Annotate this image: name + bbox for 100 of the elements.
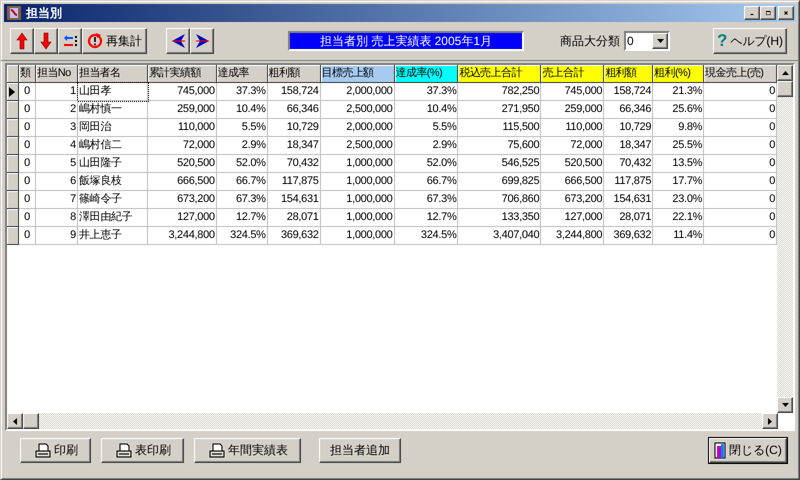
column-header[interactable]: 税込売上合計 — [458, 65, 542, 83]
table-cell: 山田隆子 — [78, 155, 148, 173]
scroll-down-button[interactable] — [777, 397, 793, 413]
table-cell: 0 — [18, 173, 36, 191]
table-cell: 井上恵子 — [78, 227, 148, 245]
help-button[interactable]: ? ヘルプ(H) — [713, 28, 787, 54]
column-header[interactable]: 粗利額 — [268, 65, 321, 83]
table-cell: 70,432 — [604, 155, 654, 173]
table-cell: 岡田治 — [78, 119, 148, 137]
table-cell: 5.5% — [216, 119, 268, 137]
scroll-left-button[interactable] — [7, 413, 23, 429]
table-cell: 127,000 — [148, 209, 217, 227]
column-header[interactable]: 類 — [18, 65, 36, 83]
action-button[interactable]: 印刷 — [20, 438, 91, 462]
table-cell: 0 — [18, 119, 36, 137]
table-cell: 3,407,040 — [458, 227, 542, 245]
table-cell: 22.1% — [653, 209, 704, 227]
table-cell: 271,950 — [458, 101, 542, 119]
table-cell: 1,000,000 — [320, 227, 395, 245]
table-cell: 21.3% — [653, 83, 704, 101]
next-button[interactable] — [190, 28, 214, 54]
column-header[interactable]: 累計実績額 — [148, 65, 217, 83]
maximize-button[interactable] — [760, 6, 776, 20]
action-button[interactable]: 担当者追加 — [319, 438, 401, 462]
column-header[interactable]: 現金売上(売) — [704, 65, 777, 83]
swap-button[interactable] — [58, 28, 82, 54]
column-header[interactable]: 達成率 — [216, 65, 268, 83]
table-cell: 25.5% — [653, 137, 704, 155]
column-header[interactable]: 売上合計 — [541, 65, 604, 83]
row-indicator[interactable] — [7, 173, 19, 191]
table-cell: 1,000,000 — [320, 173, 395, 191]
table-cell: 13.5% — [653, 155, 704, 173]
right-arrow-icon — [194, 32, 210, 50]
row-indicator[interactable] — [7, 155, 19, 173]
action-button[interactable]: 表印刷 — [101, 438, 184, 462]
table-cell: 706,860 — [458, 191, 542, 209]
row-indicator[interactable] — [7, 119, 19, 137]
table-cell: 745,000 — [148, 83, 217, 101]
scroll-right-button[interactable] — [762, 413, 778, 429]
table-cell: 37.3% — [216, 83, 268, 101]
table-cell: 520,500 — [148, 155, 217, 173]
table-cell: 673,200 — [541, 191, 604, 209]
table-cell: 1,000,000 — [320, 191, 395, 209]
table-cell: 369,632 — [604, 227, 654, 245]
app-icon — [6, 5, 22, 21]
minimize-button[interactable] — [744, 6, 760, 20]
row-indicator[interactable] — [7, 227, 19, 245]
up-icon — [782, 71, 788, 75]
category-label: 商品大分類 — [560, 32, 620, 50]
table-cell: 澤田由紀子 — [78, 209, 148, 227]
left-icon — [13, 418, 17, 424]
recalculate-button[interactable]: 再集計 — [82, 28, 147, 54]
column-header[interactable]: 担当No — [36, 65, 78, 83]
table-cell: 154,631 — [268, 191, 321, 209]
row-indicator[interactable] — [7, 209, 19, 227]
column-header[interactable]: 粗利(%) — [653, 65, 704, 83]
table-cell: 115,500 — [458, 119, 542, 137]
move-down-button[interactable] — [34, 28, 58, 54]
column-header[interactable]: 目標売上額 — [320, 65, 395, 83]
table-cell: 0 — [18, 209, 36, 227]
window-title: 担当別 — [26, 4, 62, 22]
row-indicator[interactable] — [7, 137, 19, 155]
table-cell: 12.7% — [216, 209, 268, 227]
row-indicator[interactable] — [7, 101, 19, 119]
printer-icon — [116, 442, 132, 458]
table-cell: 546,525 — [458, 155, 542, 173]
table-cell: 0 — [18, 83, 36, 101]
close-dialog-button[interactable]: 閉じる(C) — [709, 438, 787, 462]
scroll-thumb[interactable] — [777, 81, 793, 97]
row-indicator[interactable] — [7, 83, 19, 101]
table-cell: 745,000 — [541, 83, 604, 101]
table-cell: 2,500,000 — [320, 101, 395, 119]
scroll-thumb[interactable] — [23, 413, 39, 429]
previous-button[interactable] — [166, 28, 190, 54]
current-row-icon — [8, 86, 16, 98]
table-cell: 66,346 — [268, 101, 321, 119]
table-cell: 520,500 — [541, 155, 604, 173]
table-cell: 133,350 — [458, 209, 542, 227]
left-arrow-icon — [170, 32, 186, 50]
category-dropdown[interactable]: 0 — [624, 31, 670, 51]
action-button[interactable]: 年間実績表 — [194, 438, 301, 462]
table-cell: 9.8% — [653, 119, 704, 137]
report-title: 担当者別 売上実績表 2005年1月 — [288, 31, 524, 51]
table-cell: 673,200 — [148, 191, 217, 209]
row-indicator[interactable] — [7, 191, 19, 209]
column-header[interactable]: 担当者名 — [78, 65, 148, 83]
table-cell: 110,000 — [148, 119, 217, 137]
close-button[interactable] — [778, 6, 794, 20]
column-header[interactable]: 粗利額 — [604, 65, 654, 83]
table-cell: 666,500 — [148, 173, 217, 191]
move-up-button[interactable] — [10, 28, 34, 54]
table-cell: 1,000,000 — [320, 209, 395, 227]
table-cell: 782,250 — [458, 83, 542, 101]
header-corner — [7, 65, 19, 83]
table-cell: 158,724 — [268, 83, 321, 101]
table-cell: 259,000 — [148, 101, 217, 119]
printer-icon — [209, 442, 225, 458]
scroll-up-button[interactable] — [777, 65, 793, 81]
table-cell: 0 — [18, 191, 36, 209]
right-icon — [768, 418, 772, 424]
